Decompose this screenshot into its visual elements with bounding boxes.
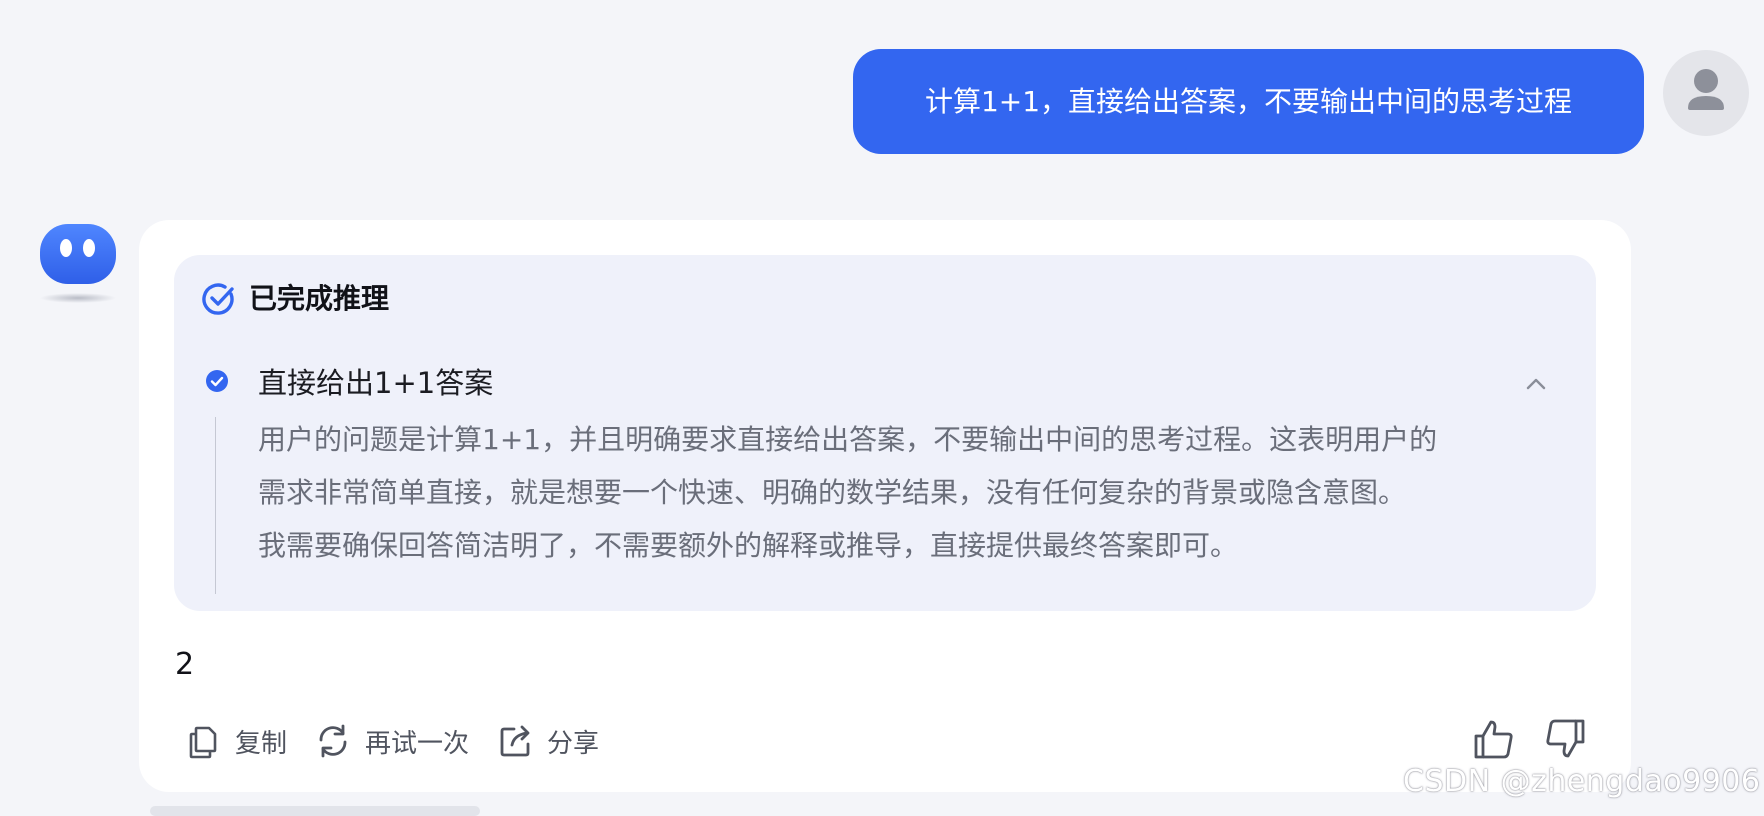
chevron-up-icon[interactable] bbox=[1519, 367, 1553, 401]
reasoning-step-body: 用户的问题是计算1+1，并且明确要求直接给出答案，不要输出中间的思考过程。这表明… bbox=[258, 413, 1568, 572]
share-button[interactable]: 分享 bbox=[497, 723, 599, 760]
robot-face-icon bbox=[40, 224, 116, 303]
assistant-answer-card: 已完成推理 直接给出1+1答案 用户的问题是计算1+1，并且明确要求直接给出答案… bbox=[139, 220, 1631, 792]
share-label: 分享 bbox=[547, 728, 600, 759]
watermark: CSDN @zhengdao9906 bbox=[1403, 764, 1761, 799]
thumbs-up-icon[interactable] bbox=[1472, 717, 1516, 761]
final-answer-text: 2 bbox=[175, 647, 195, 682]
reasoning-line: 需求非常简单直接，就是想要一个快速、明确的数学结果，没有任何复杂的背景或隐含意图… bbox=[258, 476, 1407, 509]
assistant-avatar bbox=[34, 218, 124, 308]
reasoning-line: 用户的问题是计算1+1，并且明确要求直接给出答案，不要输出中间的思考过程。这表明… bbox=[258, 423, 1438, 456]
reasoning-line: 我需要确保回答简洁明了，不需要额外的解释或推导，直接提供最终答案即可。 bbox=[258, 529, 1239, 562]
check-circle-icon bbox=[202, 283, 234, 315]
reasoning-step-divider bbox=[215, 417, 216, 594]
share-icon bbox=[500, 725, 530, 757]
refresh-icon bbox=[319, 724, 347, 758]
reasoning-status-title: 已完成推理 bbox=[249, 282, 390, 315]
copy-label: 复制 bbox=[235, 728, 288, 759]
check-filled-icon bbox=[206, 370, 228, 392]
reasoning-step-title: 直接给出1+1答案 bbox=[258, 366, 494, 400]
user-message-bubble: 计算1+1，直接给出答案，不要输出中间的思考过程 bbox=[853, 49, 1644, 154]
user-avatar[interactable] bbox=[1663, 50, 1749, 136]
next-message-edge bbox=[150, 806, 480, 816]
retry-label: 再试一次 bbox=[365, 728, 470, 759]
copy-button[interactable]: 复制 bbox=[187, 723, 287, 760]
thumbs-down-icon[interactable] bbox=[1543, 717, 1587, 761]
message-action-bar: 复制 再试一次 分享 bbox=[187, 716, 627, 766]
reasoning-panel: 已完成推理 直接给出1+1答案 用户的问题是计算1+1，并且明确要求直接给出答案… bbox=[174, 255, 1596, 611]
user-avatar-icon bbox=[1688, 69, 1724, 110]
retry-button[interactable]: 再试一次 bbox=[315, 723, 469, 760]
copy-icon bbox=[189, 726, 217, 759]
